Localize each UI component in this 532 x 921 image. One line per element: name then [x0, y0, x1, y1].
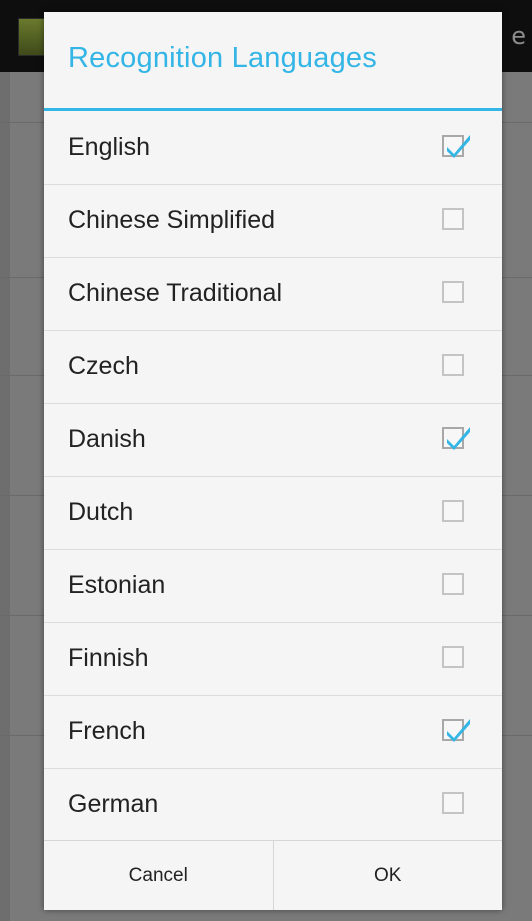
- title-divider: [44, 108, 502, 111]
- app-content-edge: [0, 72, 10, 921]
- language-list-item[interactable]: Finnish: [44, 623, 502, 696]
- language-list-item[interactable]: French: [44, 696, 502, 769]
- ok-button[interactable]: OK: [274, 841, 503, 910]
- language-label: Finnish: [68, 644, 149, 672]
- language-label: Chinese Traditional: [68, 279, 283, 307]
- language-label: English: [68, 133, 150, 161]
- language-list-item[interactable]: Danish: [44, 404, 502, 477]
- checkbox-unchecked[interactable]: [442, 281, 464, 303]
- language-label: Estonian: [68, 571, 166, 599]
- checkmark-icon: [447, 135, 470, 158]
- language-label: Danish: [68, 425, 146, 453]
- language-list-item[interactable]: Chinese Traditional: [44, 258, 502, 331]
- language-list-item[interactable]: Estonian: [44, 550, 502, 623]
- app-title-fragment: e: [511, 22, 526, 50]
- language-label: French: [68, 717, 146, 745]
- checkbox-checked[interactable]: [442, 135, 470, 158]
- language-list-item[interactable]: Czech: [44, 331, 502, 404]
- checkmark-icon: [447, 719, 470, 742]
- checkbox-unchecked[interactable]: [442, 573, 464, 595]
- app-icon: [18, 18, 46, 56]
- checkbox-unchecked[interactable]: [442, 354, 464, 376]
- language-list-item[interactable]: English: [44, 112, 502, 185]
- cancel-button[interactable]: Cancel: [44, 841, 273, 910]
- checkbox-unchecked[interactable]: [442, 646, 464, 668]
- dialog-title: Recognition Languages: [68, 42, 377, 74]
- language-list-item[interactable]: Dutch: [44, 477, 502, 550]
- language-list-item[interactable]: German: [44, 769, 502, 842]
- recognition-languages-dialog: Recognition Languages English Chinese Sim…: [44, 12, 502, 910]
- checkbox-checked[interactable]: [442, 719, 470, 742]
- checkbox-checked[interactable]: [442, 427, 470, 450]
- language-list-item[interactable]: Chinese Simplified: [44, 185, 502, 258]
- checkbox-unchecked[interactable]: [442, 500, 464, 522]
- checkmark-icon: [447, 427, 470, 450]
- language-label: Chinese Simplified: [68, 206, 276, 234]
- checkbox-unchecked[interactable]: [442, 208, 464, 230]
- language-label: German: [68, 790, 159, 818]
- dialog-button-bar: Cancel OK: [44, 840, 502, 910]
- language-list[interactable]: English Chinese Simplified Chinese Traditi…: [44, 112, 502, 842]
- checkbox-unchecked[interactable]: [442, 792, 464, 814]
- language-label: Czech: [68, 352, 139, 380]
- language-label: Dutch: [68, 498, 134, 526]
